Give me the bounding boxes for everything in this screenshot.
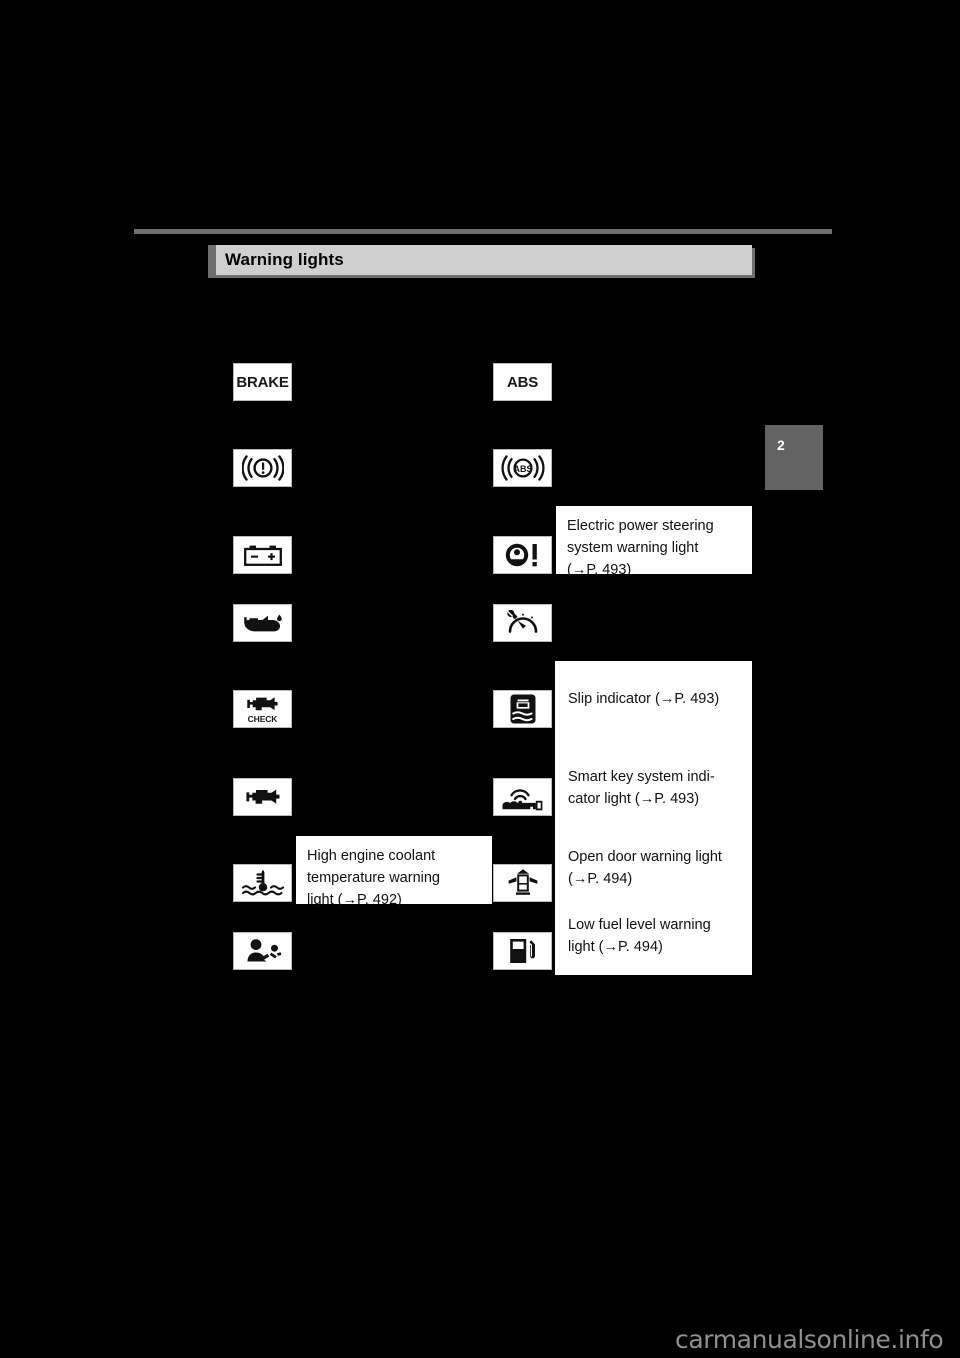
smart-key-system-icon [500, 783, 546, 811]
caption-line: temperature warning [307, 870, 440, 886]
low-fuel-level-icon [507, 937, 539, 965]
slip-indicator-icon [510, 694, 536, 724]
caption-line: Low fuel level warning [568, 917, 711, 933]
manual-page: Warning lights 2 BRAKE CHECK ABS ABS Ele… [0, 0, 960, 1358]
header-accent-bar [208, 245, 216, 275]
malfunction-indicator-engine-icon [245, 787, 281, 808]
srs-airbag-warning-icon [244, 938, 282, 964]
abs-warning-icon: ABS [500, 455, 546, 481]
icon-cell-oil-pressure [233, 604, 292, 642]
caption-line: Smart key system indi- [568, 769, 715, 785]
icon-cell-open-door [493, 864, 552, 902]
caption-line: High engine coolant [307, 848, 436, 864]
cruise-control-fault-icon [505, 610, 541, 636]
page-title: Warning lights [225, 250, 344, 269]
caption-line: Electric power steering [567, 518, 714, 534]
brake-warning-text-icon: BRAKE [236, 373, 289, 391]
site-watermark: carmanualsonline.info [675, 1325, 944, 1354]
open-door-warning-icon [507, 868, 539, 898]
caption-line: (→P. 494) [568, 871, 633, 887]
engine-check-icon: CHECK [246, 695, 279, 724]
caption-slip-indicator: Slip indicator (→P. 493) [568, 688, 744, 710]
chapter-number: 2 [777, 437, 785, 453]
icon-cell-battery [233, 536, 292, 574]
icon-cell-slip-indicator [493, 690, 552, 728]
caption-high-engine-coolant: High engine coolant temperature warning … [296, 836, 492, 908]
abs-text-icon: ABS [506, 373, 539, 391]
electric-power-steering-icon [502, 542, 544, 568]
icon-cell-abs-text: ABS [493, 363, 552, 401]
engine-check-sublabel: CHECK [247, 713, 278, 724]
svg-text:ABS: ABS [513, 464, 532, 474]
caption-group-right: Slip indicator (→P. 493) Smart key syste… [555, 661, 752, 975]
header-shadow-bottom [208, 275, 752, 278]
caption-smart-key: Smart key system indi- cator light (→P. … [568, 766, 744, 810]
caption-line: Open door warning light [568, 849, 722, 865]
page-top-rule [134, 229, 832, 234]
caption-line: light (→P. 494) [568, 939, 663, 955]
caption-line: (→P. 493) [567, 562, 632, 578]
icon-cell-srs-airbag [233, 932, 292, 970]
icon-cell-smart-key [493, 778, 552, 816]
icon-cell-engine-check: CHECK [233, 690, 292, 728]
icon-cell-abs-warning: ABS [493, 449, 552, 487]
caption-line: system warning light [567, 540, 699, 556]
low-engine-oil-pressure-icon [242, 611, 284, 635]
chapter-tab: 2 [765, 425, 823, 490]
icon-cell-coolant-temp [233, 864, 292, 902]
header-shadow-right [752, 248, 755, 278]
icon-cell-brake-text: BRAKE [233, 363, 292, 401]
icon-cell-brake-system [233, 449, 292, 487]
caption-line: Slip indicator (→P. 493) [568, 691, 720, 707]
high-engine-coolant-temperature-icon [241, 869, 285, 897]
section-header: Warning lights [208, 245, 755, 278]
icon-cell-cruise-fault [493, 604, 552, 642]
caption-line: cator light (→P. 493) [568, 791, 700, 807]
icon-cell-low-fuel [493, 932, 552, 970]
caption-low-fuel: Low fuel level warning light (→P. 494) [568, 914, 744, 958]
brake-system-warning-icon [241, 455, 284, 481]
caption-line: light (→P. 492) [307, 892, 402, 908]
caption-electric-power-steering: Electric power steering system warning l… [556, 506, 752, 578]
icon-cell-eps [493, 536, 552, 574]
icon-cell-malfunction-engine [233, 778, 292, 816]
charging-system-battery-icon [243, 544, 282, 566]
caption-open-door: Open door warning light (→P. 494) [568, 846, 744, 890]
